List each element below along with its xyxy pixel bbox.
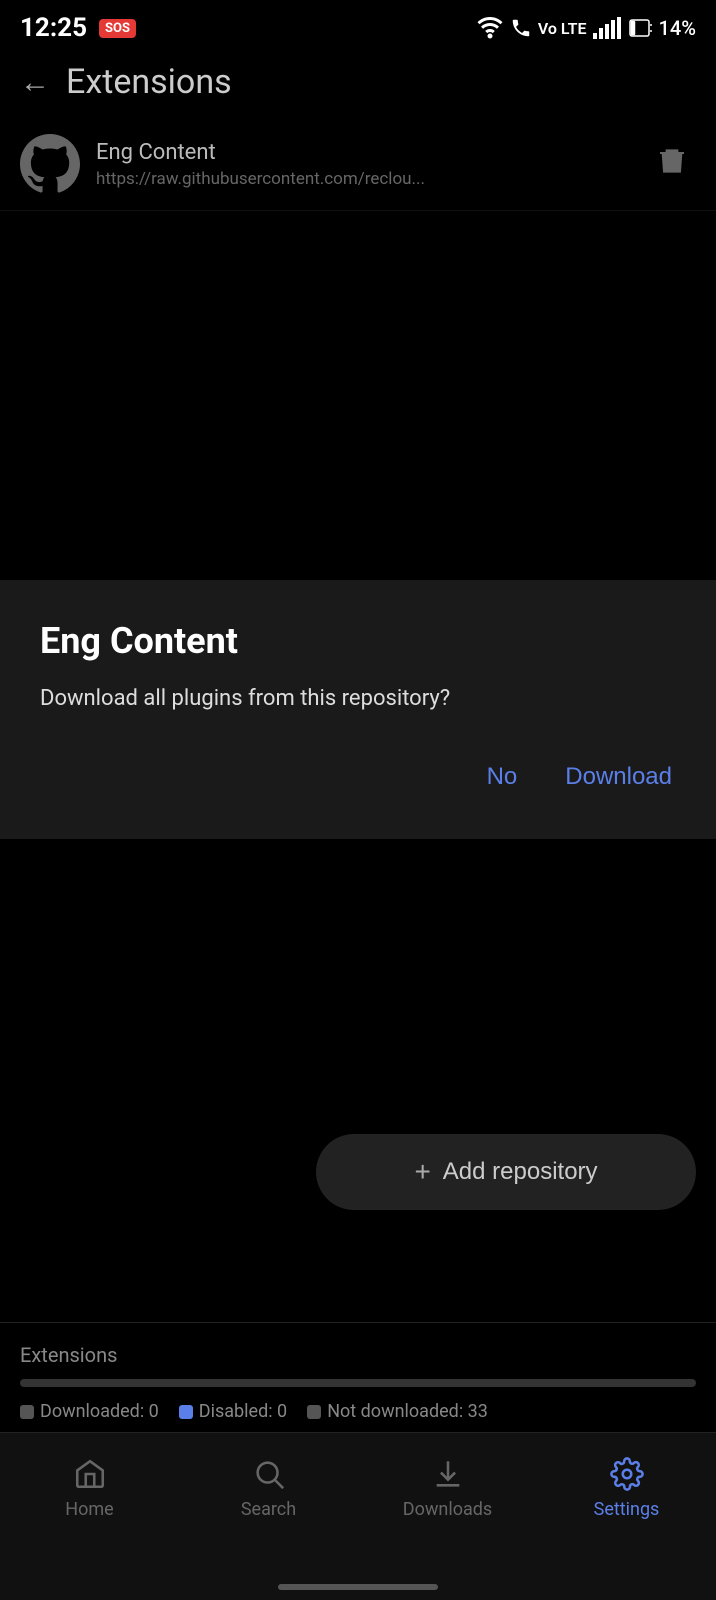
extensions-label: Extensions [20, 1343, 696, 1367]
status-time: 12:25 [20, 13, 87, 43]
extensions-stats: Downloaded: 0 Disabled: 0 Not downloaded… [20, 1401, 696, 1422]
nav-label-search: Search [241, 1499, 296, 1520]
page-title: Extensions [66, 62, 232, 102]
status-right: Vo LTE 14% [476, 16, 696, 40]
not-downloaded-dot [307, 1405, 321, 1419]
dialog-actions: No Download [40, 755, 676, 799]
not-downloaded-stat: Not downloaded: 33 [307, 1401, 488, 1422]
repository-item: Eng Content https://raw.githubuserconten… [0, 118, 716, 211]
repo-info: Eng Content https://raw.githubuserconten… [96, 140, 648, 189]
status-bar: 12:25 SOS Vo LTE 14% [0, 0, 716, 52]
repo-name: Eng Content [96, 140, 648, 165]
nav-item-downloads[interactable]: Downloads [358, 1449, 537, 1528]
signal-icon [593, 17, 623, 39]
bottom-indicator [278, 1584, 438, 1590]
downloaded-stat: Downloaded: 0 [20, 1401, 159, 1422]
add-repository-button[interactable]: + Add repository [316, 1134, 696, 1210]
disabled-label: Disabled: 0 [199, 1401, 287, 1422]
extensions-section: Extensions Downloaded: 0 Disabled: 0 Not… [0, 1322, 716, 1432]
phone-icon [510, 17, 532, 39]
disabled-stat: Disabled: 0 [179, 1401, 287, 1422]
wifi-icon [476, 17, 504, 39]
delete-repo-button[interactable] [648, 137, 696, 192]
download-icon [430, 1457, 466, 1491]
status-left: 12:25 SOS [20, 13, 136, 43]
nav-label-settings: Settings [594, 1499, 660, 1520]
dialog-confirm-button[interactable]: Download [561, 755, 676, 799]
nav-item-settings[interactable]: Settings [537, 1449, 716, 1528]
home-icon [72, 1457, 108, 1491]
not-downloaded-label: Not downloaded: 33 [327, 1401, 488, 1422]
downloaded-label: Downloaded: 0 [40, 1401, 159, 1422]
nav-item-search[interactable]: Search [179, 1449, 358, 1528]
search-icon [251, 1457, 287, 1491]
nav-label-downloads: Downloads [403, 1499, 492, 1520]
dialog-title: Eng Content [40, 620, 676, 662]
add-repo-section: + Add repository [0, 1114, 716, 1230]
back-button[interactable]: ← [20, 65, 50, 100]
progress-bar-container [20, 1379, 696, 1387]
downloaded-dot [20, 1405, 34, 1419]
dialog-cancel-button[interactable]: No [483, 755, 522, 799]
settings-icon [609, 1457, 645, 1491]
nav-label-home: Home [65, 1499, 113, 1520]
battery-icon [629, 17, 653, 39]
repo-url: https://raw.githubusercontent.com/reclou… [96, 169, 648, 189]
dialog: Eng Content Download all plugins from th… [0, 580, 716, 839]
status-sos: SOS [99, 19, 136, 38]
dialog-message: Download all plugins from this repositor… [40, 682, 676, 715]
github-icon [20, 134, 80, 194]
volte-badge: Vo LTE [538, 19, 587, 38]
disabled-dot [179, 1405, 193, 1419]
top-nav: ← Extensions [0, 52, 716, 118]
add-repo-label: Add repository [443, 1158, 598, 1186]
nav-item-home[interactable]: Home [0, 1449, 179, 1528]
add-plus-icon: + [414, 1156, 430, 1188]
battery-percentage: 14% [659, 16, 696, 40]
bottom-nav: Home Search Downloads Settings [0, 1432, 716, 1600]
